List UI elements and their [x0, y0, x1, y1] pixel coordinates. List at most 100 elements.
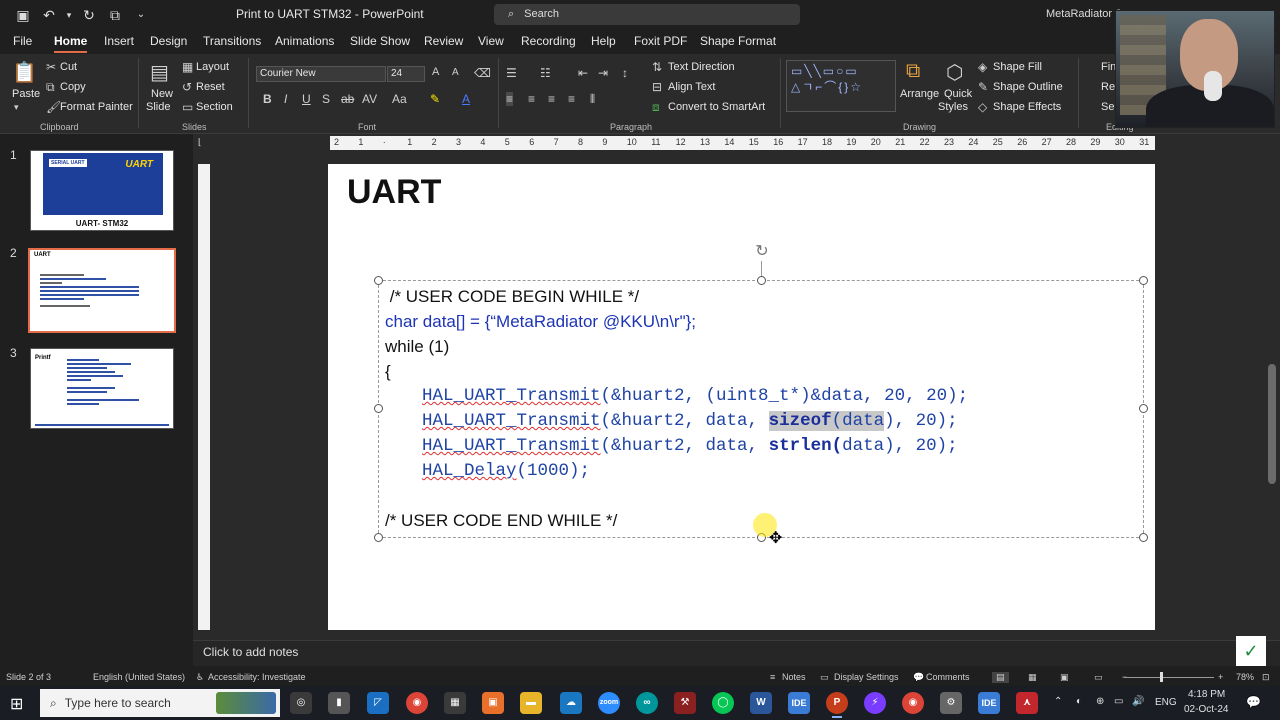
- reading-view-icon[interactable]: ▣: [1060, 672, 1069, 683]
- tab-view[interactable]: View: [478, 34, 504, 48]
- normal-view-icon[interactable]: ▤: [992, 672, 1009, 683]
- tab-file[interactable]: File: [13, 34, 32, 48]
- tray-icon[interactable]: ◐: [1076, 696, 1082, 707]
- zoom-in-icon[interactable]: +: [1218, 672, 1223, 682]
- acrobat-icon[interactable]: ⋏: [1016, 692, 1038, 714]
- text-direction-button[interactable]: Text Direction: [668, 61, 735, 73]
- resize-handle[interactable]: [757, 276, 766, 285]
- word-icon[interactable]: W: [750, 692, 772, 714]
- chrome-icon[interactable]: ◉: [902, 692, 924, 714]
- search-input[interactable]: ⌕ Search: [494, 4, 800, 25]
- quick-styles-icon[interactable]: ⬡: [946, 60, 963, 85]
- smartart-icon[interactable]: ⧈: [652, 100, 660, 115]
- comments-button[interactable]: Comments: [926, 672, 970, 682]
- align-left-icon[interactable]: ≡: [506, 92, 514, 106]
- copy-icon[interactable]: ⧉: [46, 80, 55, 95]
- new-slide-button[interactable]: New: [151, 88, 173, 100]
- scrollbar-thumb[interactable]: [1268, 364, 1276, 484]
- resize-handle[interactable]: [1139, 533, 1148, 542]
- change-case-icon[interactable]: Aa: [392, 92, 407, 106]
- app-icon[interactable]: ◎: [290, 692, 312, 714]
- undo-dropdown-icon[interactable]: ▾: [64, 6, 74, 24]
- char-spacing-icon[interactable]: AV: [362, 92, 377, 106]
- section-icon[interactable]: ▭: [182, 100, 193, 114]
- input-language[interactable]: ENG: [1155, 697, 1177, 708]
- justify-icon[interactable]: ≡: [568, 92, 575, 106]
- slide-thumbnail-3[interactable]: Printf: [30, 348, 174, 429]
- new-slide-icon[interactable]: ▤: [150, 60, 169, 85]
- grow-font-icon[interactable]: A: [432, 66, 439, 78]
- language-status[interactable]: English (United States): [93, 672, 185, 682]
- new-slide-button-line2[interactable]: Slide: [146, 101, 170, 113]
- ide-icon[interactable]: IDE: [788, 692, 810, 714]
- section-button[interactable]: Section: [196, 101, 233, 113]
- layout-button[interactable]: Layout: [196, 61, 229, 73]
- zoom-slider[interactable]: [1124, 677, 1214, 678]
- customize-icon[interactable]: ⌄: [130, 6, 152, 24]
- font-size-select[interactable]: 24: [387, 66, 425, 82]
- present-icon[interactable]: ⧉: [104, 6, 126, 24]
- shape-outline-button[interactable]: Shape Outline: [993, 81, 1063, 93]
- app-icon[interactable]: ⚒: [674, 692, 696, 714]
- increase-indent-icon[interactable]: ⇥: [598, 66, 608, 80]
- app-icon[interactable]: ◸: [367, 692, 389, 714]
- clock-date[interactable]: 02-Oct-24: [1184, 704, 1228, 715]
- fit-slide-icon[interactable]: ⊡: [1262, 672, 1270, 683]
- slide-thumbnail-2[interactable]: UART: [28, 248, 176, 333]
- chrome-icon[interactable]: ◉: [406, 692, 428, 714]
- display-settings-button[interactable]: Display Settings: [834, 672, 899, 682]
- slideshow-icon[interactable]: ▭: [1094, 672, 1103, 683]
- format-painter-button[interactable]: Format Painter: [60, 101, 133, 113]
- find-button[interactable]: Fin: [1101, 61, 1116, 73]
- reset-icon[interactable]: ↺: [182, 80, 192, 94]
- quick-styles-button-line2[interactable]: Styles: [938, 101, 968, 113]
- shape-effects-icon[interactable]: ◇: [978, 100, 987, 114]
- vertical-ruler[interactable]: [198, 164, 210, 630]
- format-painter-icon[interactable]: 🖌: [46, 100, 61, 114]
- vertical-scrollbar[interactable]: [1265, 134, 1280, 640]
- shadow-icon[interactable]: S: [322, 92, 330, 106]
- slide-thumbnail-1[interactable]: SERIAL UART UART UART- STM32: [30, 150, 174, 231]
- windows-start-icon[interactable]: ⊞: [10, 694, 23, 714]
- tab-recording[interactable]: Recording: [521, 34, 576, 48]
- volume-icon[interactable]: 🔊: [1132, 696, 1144, 707]
- tab-animations[interactable]: Animations: [275, 34, 334, 48]
- text-direction-icon[interactable]: ⇅: [652, 60, 662, 74]
- bold-icon[interactable]: B: [263, 92, 272, 106]
- resize-handle[interactable]: [374, 533, 383, 542]
- app-icon[interactable]: ☁: [560, 692, 582, 714]
- tab-transitions[interactable]: Transitions: [203, 34, 261, 48]
- redo-icon[interactable]: ↻: [78, 6, 100, 24]
- tab-home[interactable]: Home: [54, 34, 88, 53]
- line-icon[interactable]: ◯: [712, 692, 734, 714]
- paste-button[interactable]: Paste: [12, 88, 40, 100]
- highlight-icon[interactable]: ✎: [430, 92, 440, 106]
- tab-shape-format[interactable]: Shape Format: [700, 34, 776, 48]
- paste-icon[interactable]: 📋: [12, 60, 37, 85]
- bullets-icon[interactable]: ☰: [506, 66, 517, 80]
- save-icon[interactable]: ▣: [12, 6, 34, 24]
- reset-button[interactable]: Reset: [196, 81, 225, 93]
- slide-title[interactable]: UART: [347, 173, 441, 212]
- font-name-select[interactable]: Courier New: [256, 66, 386, 82]
- zoom-level[interactable]: 78%: [1236, 672, 1254, 682]
- file-explorer-icon[interactable]: ▬: [520, 692, 542, 714]
- undo-icon[interactable]: ↶: [38, 6, 60, 24]
- align-center-icon[interactable]: ≡: [528, 92, 535, 106]
- notes-pane[interactable]: Click to add notes: [193, 640, 1280, 666]
- tab-slide-show[interactable]: Slide Show: [350, 34, 410, 48]
- align-text-icon[interactable]: ⊟: [652, 80, 662, 94]
- resize-handle[interactable]: [1139, 404, 1148, 413]
- decrease-indent-icon[interactable]: ⇤: [578, 66, 588, 80]
- resize-handle[interactable]: [374, 276, 383, 285]
- shapes-gallery[interactable]: ▭╲╲▭○▭ △ㄱ⌐⌒{}☆: [786, 60, 896, 112]
- tab-stop-selector[interactable]: ⌊: [198, 137, 210, 149]
- shape-fill-icon[interactable]: ◈: [978, 60, 987, 74]
- shrink-font-icon[interactable]: A: [452, 67, 459, 78]
- font-color-icon[interactable]: A: [462, 92, 470, 106]
- tab-review[interactable]: Review: [424, 34, 463, 48]
- network-icon[interactable]: ▭: [1114, 696, 1123, 707]
- taskbar-search-input[interactable]: ⌕ Type here to search: [40, 689, 280, 717]
- shape-outline-icon[interactable]: ✎: [978, 80, 988, 94]
- line-spacing-icon[interactable]: ↕: [622, 66, 628, 80]
